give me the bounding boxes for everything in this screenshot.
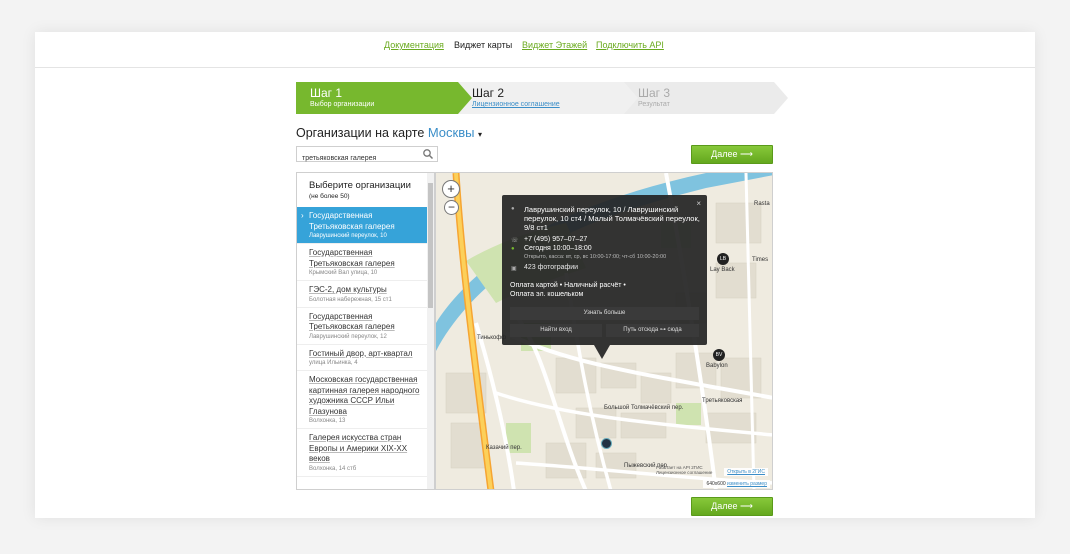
map-label-times: Times [752, 257, 769, 263]
map-label-bolshoy-tolmachevskiy: Большой Толмачёвский пер. [604, 405, 684, 411]
organization-popup: × ● Лаврушинский переулок, 10 / Лаврушин… [502, 195, 707, 359]
org-item[interactable]: Московская государственная картинная гал… [297, 371, 434, 429]
step-3-number: Шаг 3 [638, 86, 671, 100]
learn-more-button[interactable]: Узнать больше [510, 307, 699, 320]
step-2-label[interactable]: Лицензионное соглашение [472, 101, 624, 109]
org-item[interactable]: Государственная Третьяковская галерея Ла… [297, 308, 434, 345]
search-input[interactable] [297, 151, 415, 166]
zoom-out-button[interactable]: − [444, 200, 459, 215]
top-navigation: Документация Виджет карты Виджет Этажей … [35, 32, 1035, 68]
org-address: Болотная набережная, 15 ст1 [309, 296, 392, 303]
wizard-steps: Шаг 1 Выбор организации Шаг 2 Лицензионн… [296, 82, 788, 114]
org-address: Волхонка, 14 стб [309, 465, 357, 472]
map-label-rasta: Rasta [754, 201, 770, 207]
location-pin-icon[interactable] [601, 438, 612, 449]
next-button-bottom[interactable]: Далее ⟶ [691, 497, 773, 516]
org-address: Лаврушинский переулок, 10 [309, 233, 387, 239]
photo-icon: ▣ [511, 266, 517, 272]
popup-address: Лаврушинский переулок, 10 / Лаврушинский… [524, 205, 700, 232]
map-label-babylon: Babylon [706, 363, 728, 369]
map-label-tretyakovskaya: Третьяковская [702, 398, 743, 404]
org-item[interactable]: ГЭС-2, дом культуры Болотная набережная,… [297, 281, 434, 308]
list-note: (не более 50) [309, 193, 350, 200]
open-in-2gis[interactable]: Открыть в 2ГИС [724, 468, 768, 476]
nav-widget-map[interactable]: Виджет карты [454, 40, 512, 50]
org-item[interactable]: Гостиный двор, арт-квартал улица Ильинка… [297, 345, 434, 371]
step-2-number: Шаг 2 [472, 86, 505, 100]
step-1-label: Выбор организации [310, 101, 375, 108]
step-2[interactable]: Шаг 2 Лицензионное соглашение [458, 82, 638, 114]
org-address: улица Ильинка, 4 [309, 360, 358, 366]
search-icon[interactable] [422, 148, 434, 160]
zoom-in-button[interactable]: + [442, 180, 460, 198]
map-label-layback: Lay Back [710, 267, 735, 273]
map-view[interactable]: Тинькофф BV Babylon LB Lay Back Times Ra… [435, 172, 773, 490]
route-button[interactable]: Путь отсюда ⊶ сюда [606, 324, 699, 337]
org-name: Государственная Третьяковская галерея [309, 211, 395, 231]
map-size-bar: 640x600 изменить размер [703, 480, 770, 488]
step-3-label: Результат [638, 101, 670, 108]
org-name: Галерея искусства стран Европы и Америки… [309, 433, 408, 463]
map-size-text: 640x600 [706, 481, 726, 487]
search-box [296, 146, 438, 166]
popup-today-hours: Сегодня 10:00–18:00 [524, 245, 592, 252]
page-title: Организации на карте Москвы ▾ [296, 125, 482, 140]
org-name: Московская государственная картинная гал… [309, 375, 420, 416]
page-title-text: Организации на карте [296, 126, 425, 140]
license-credit[interactable]: Лицензионное соглашение [656, 470, 712, 475]
step-3: Шаг 3 Результат [624, 82, 788, 114]
org-item[interactable]: › Государственная Третьяковская галерея … [297, 207, 434, 244]
list-header: Выберите организации (не более 50) [297, 173, 434, 207]
change-size-link[interactable]: изменить размер [727, 481, 767, 487]
org-name: Гостиный двор, арт-квартал [309, 348, 413, 358]
nav-documentation[interactable]: Документация [384, 40, 444, 50]
step-1: Шаг 1 Выбор организации [296, 82, 472, 114]
map-attribution-left: Работает на API 2ГИС Лицензионное соглаш… [656, 465, 712, 475]
open-in-2gis-link[interactable]: Открыть в 2ГИС [727, 469, 765, 475]
org-address: Волхонка, 13 [309, 418, 346, 424]
clock-icon: ● [511, 246, 515, 252]
org-name: Государственная Третьяковская галерея [309, 248, 395, 268]
caret-down-icon[interactable]: ▾ [478, 130, 482, 139]
org-address: Крымский Вал улица, 10 [309, 270, 378, 276]
step-1-number: Шаг 1 [310, 86, 343, 100]
map-label-kazachiy: Казачий пер. [486, 445, 522, 451]
find-entrance-button[interactable]: Найти вход [510, 324, 602, 337]
org-name: Государственная Третьяковская галерея [309, 311, 395, 332]
popup-hours: Открыто, касса: вт, ср, вс 10:00-17:00; … [524, 254, 667, 260]
nav-connect-api[interactable]: Подключить API [596, 40, 664, 50]
chevron-right-icon: › [301, 211, 304, 220]
address-pin-icon: ● [511, 206, 515, 212]
org-item[interactable]: Галерея искусства стран Европы и Америки… [297, 429, 434, 477]
org-item[interactable]: Государственная Третьяковская галерея Кр… [297, 244, 434, 281]
popup-payment-2: Оплата эл. кошельком [510, 291, 584, 298]
poi-babylon-icon[interactable]: BV [713, 349, 725, 361]
organization-list: Выберите организации (не более 50) › Гос… [296, 172, 435, 490]
org-name: ГЭС-2, дом культуры [309, 285, 387, 294]
org-address: Лаврушинский переулок, 12 [309, 333, 387, 340]
list-scrollbar-thumb[interactable] [428, 183, 433, 308]
nav-widget-floors[interactable]: Виджет Этажей [522, 40, 587, 50]
main-card: Документация Виджет карты Виджет Этажей … [35, 32, 1035, 518]
city-selector[interactable]: Москвы [428, 125, 475, 140]
phone-icon: ☏ [511, 238, 519, 244]
next-button-top[interactable]: Далее ⟶ [691, 145, 773, 164]
list-scrollbar[interactable] [427, 173, 434, 489]
list-title: Выберите организации [309, 180, 411, 191]
poi-layback-icon[interactable]: LB [717, 253, 729, 265]
popup-phone[interactable]: +7 (495) 957–07–27 [524, 236, 587, 243]
popup-payment-1: Оплата картой • Наличный расчёт • [510, 282, 626, 289]
popup-photos[interactable]: 423 фотографии [524, 264, 578, 271]
